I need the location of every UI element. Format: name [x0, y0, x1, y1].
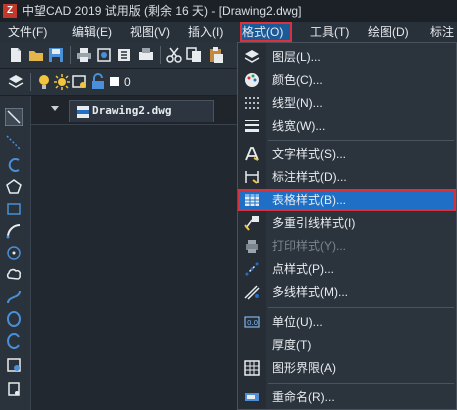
- menu-item-thickness[interactable]: 厚度(T): [238, 334, 456, 356]
- menu-divider: [268, 307, 454, 308]
- open-folder-icon[interactable]: [27, 46, 45, 64]
- drawing-limits-icon: [244, 360, 260, 376]
- menu-item-units[interactable]: 0.0 单位(U)...: [238, 311, 456, 333]
- menu-item-dimension-style[interactable]: 标注样式(D)...: [238, 166, 456, 188]
- menu-item-plot-style[interactable]: 打印样式(Y)...: [238, 235, 456, 257]
- svg-text:0.0: 0.0: [247, 319, 258, 327]
- format-menu-dropdown: 图层(L)... 颜色(C)... 线型(N)... 线宽(W)... 文字样式…: [237, 42, 457, 410]
- linetype-icon: [245, 97, 259, 109]
- light-bulb-icon[interactable]: [35, 73, 53, 91]
- rectangle-icon[interactable]: [5, 200, 23, 218]
- menu-item-label: 图形界限(A): [272, 361, 336, 375]
- viewport-freeze-icon[interactable]: [71, 73, 89, 91]
- point-style-icon: [245, 262, 259, 276]
- sun-freeze-icon[interactable]: [53, 73, 71, 91]
- menu-divider: [268, 140, 454, 141]
- menu-item-label: 图层(L)...: [272, 50, 321, 64]
- layer-color-swatch[interactable]: [110, 77, 119, 86]
- menu-dimension[interactable]: 标注: [428, 22, 456, 42]
- menu-file[interactable]: 文件(F): [6, 22, 49, 42]
- menu-item-rename[interactable]: 重命名(R)...: [238, 386, 456, 408]
- menu-item-label: 颜色(C)...: [272, 73, 323, 87]
- menu-draw[interactable]: 绘图(D): [366, 22, 411, 42]
- menu-item-table-style[interactable]: 表格样式(B)...: [238, 189, 456, 211]
- menu-item-label: 多线样式(M)...: [272, 285, 348, 299]
- ellipse-arc-icon[interactable]: [5, 332, 23, 350]
- menu-edit[interactable]: 编辑(E): [70, 22, 114, 42]
- draw-toolbar: [0, 96, 31, 410]
- print-preview-icon[interactable]: [95, 46, 113, 64]
- paste-icon[interactable]: [207, 46, 225, 64]
- make-block-icon[interactable]: [5, 380, 23, 398]
- save-icon[interactable]: [47, 46, 65, 64]
- publish-icon[interactable]: [115, 46, 133, 64]
- menu-item-lineweight[interactable]: 线宽(W)...: [238, 115, 456, 137]
- menu-item-multileader-style[interactable]: 多重引线样式(I): [238, 212, 456, 234]
- dimension-style-icon: [245, 171, 259, 184]
- dwg-file-icon: [77, 106, 89, 118]
- palette-icon: [245, 73, 259, 87]
- layer-name[interactable]: 0: [124, 73, 131, 91]
- text-style-icon: [245, 147, 259, 161]
- menu-item-layer[interactable]: 图层(L)...: [238, 46, 456, 68]
- lineweight-icon: [245, 120, 259, 132]
- circle-icon[interactable]: [5, 244, 23, 262]
- polyline-icon[interactable]: [5, 156, 23, 174]
- menu-item-multiline-style[interactable]: 多线样式(M)...: [238, 281, 456, 303]
- menu-bar: 文件(F) 编辑(E) 视图(V) 插入(I) 格式(O) 工具(T) 绘图(D…: [0, 22, 457, 42]
- table-style-icon: [245, 194, 259, 206]
- menu-item-text-style[interactable]: 文字样式(S)...: [238, 143, 456, 165]
- menu-item-label: 重命名(R)...: [272, 390, 335, 404]
- plot-style-icon: [246, 240, 258, 253]
- window-title: 中望CAD 2019 试用版 (剩余 16 天) - [Drawing2.dwg…: [22, 4, 302, 18]
- insert-block-icon[interactable]: [5, 356, 23, 374]
- menu-item-label: 表格样式(B)...: [272, 193, 346, 207]
- menu-item-drawing-limits[interactable]: 图形界限(A): [238, 357, 456, 379]
- menu-tools[interactable]: 工具(T): [308, 22, 351, 42]
- print-icon[interactable]: [75, 46, 93, 64]
- menu-item-linetype[interactable]: 线型(N)...: [238, 92, 456, 114]
- toolbar-separator: [160, 46, 161, 64]
- copy-icon[interactable]: [185, 46, 203, 64]
- lock-icon[interactable]: [89, 73, 107, 91]
- multiline-style-icon: [244, 285, 260, 300]
- revcloud-icon[interactable]: [5, 266, 23, 284]
- menu-item-label: 点样式(P)...: [272, 262, 334, 276]
- menu-item-label: 线型(N)...: [272, 96, 323, 110]
- menu-item-label: 多重引线样式(I): [272, 216, 356, 230]
- arc-icon[interactable]: [5, 222, 23, 240]
- toolbar-separator: [70, 46, 71, 64]
- units-icon: 0.0: [244, 316, 260, 328]
- menu-format[interactable]: 格式(O): [240, 22, 292, 42]
- menu-item-label: 线宽(W)...: [272, 119, 326, 133]
- menu-item-label: 厚度(T): [272, 338, 312, 352]
- layer-manager-icon[interactable]: [7, 73, 25, 91]
- toolbar-separator: [30, 73, 31, 91]
- menu-view[interactable]: 视图(V): [128, 22, 172, 42]
- ellipse-icon[interactable]: [5, 310, 23, 328]
- rename-icon: [245, 393, 259, 401]
- menu-item-color[interactable]: 颜色(C)...: [238, 69, 456, 91]
- menu-insert[interactable]: 插入(I): [186, 22, 225, 42]
- menu-item-label: 单位(U)...: [272, 315, 323, 329]
- tab-list-dropdown-icon[interactable]: [51, 106, 59, 111]
- layers-icon: [244, 50, 260, 63]
- xline-icon[interactable]: [5, 134, 23, 152]
- document-tab[interactable]: Drawing2.dwg: [69, 100, 214, 122]
- app-logo-icon: Z: [3, 4, 17, 18]
- menu-item-label: 文字样式(S)...: [272, 147, 346, 161]
- menu-divider: [268, 383, 454, 384]
- line-icon[interactable]: [5, 108, 23, 126]
- menu-item-label: 打印样式(Y)...: [272, 239, 346, 253]
- polygon-icon[interactable]: [5, 178, 23, 196]
- new-file-icon[interactable]: [7, 46, 25, 64]
- cut-icon[interactable]: [165, 46, 183, 64]
- spline-icon[interactable]: [5, 288, 23, 306]
- document-tab-label: Drawing2.dwg: [92, 104, 172, 117]
- menu-item-label: 标注样式(D)...: [272, 170, 347, 184]
- plot-icon[interactable]: [137, 46, 155, 64]
- title-bar: Z 中望CAD 2019 试用版 (剩余 16 天) - [Drawing2.d…: [0, 0, 457, 22]
- menu-item-point-style[interactable]: 点样式(P)...: [238, 258, 456, 280]
- multileader-style-icon: [244, 216, 259, 231]
